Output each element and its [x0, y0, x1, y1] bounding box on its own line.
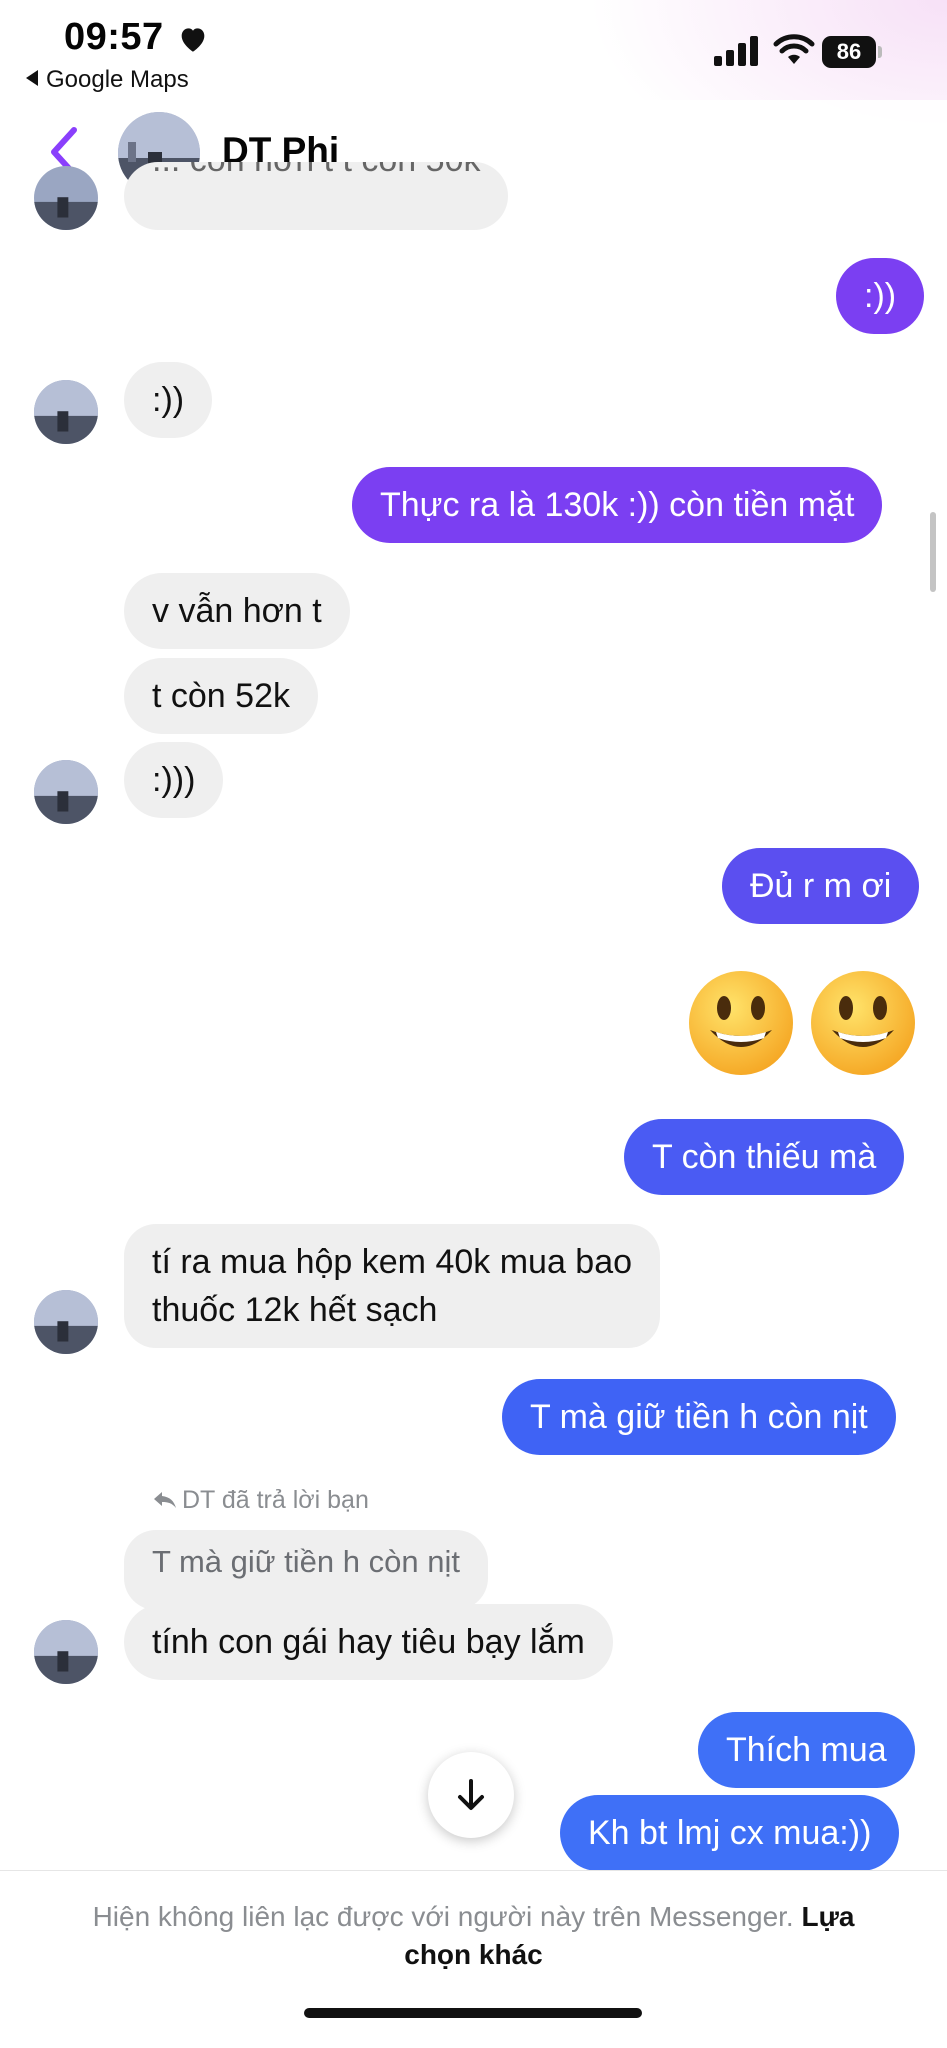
message-incoming-multiline[interactable]: tí ra mua hộp kem 40k mua bao thuốc 12k … [124, 1224, 661, 1348]
message-outgoing[interactable]: Thực ra là 130k :)) còn tiền mặt [352, 467, 883, 543]
battery-level: 86 [822, 36, 876, 68]
message-outgoing[interactable]: Đủ r m ơi [722, 848, 920, 924]
sender-avatar[interactable] [34, 760, 98, 824]
message-incoming: ... còn hơn t t còn 50k [124, 162, 509, 230]
smiley-emoji-icon[interactable] [808, 968, 918, 1078]
arrow-down-icon [458, 1779, 484, 1810]
wifi-icon [773, 34, 815, 64]
back-app-label: Google Maps [46, 66, 189, 93]
message-outgoing[interactable]: :)) [836, 258, 925, 334]
reply-note-text: DT đã trả lời bạn [182, 1486, 369, 1514]
message-outgoing[interactable]: Kh bt lmj cx mua:)) [560, 1795, 900, 1871]
heart-icon [181, 28, 205, 52]
battery-icon: 86 [822, 36, 882, 68]
other-options-link-cont[interactable]: chọn khác [404, 1939, 542, 1970]
sender-avatar[interactable] [34, 166, 98, 230]
home-indicator[interactable] [304, 2008, 642, 2018]
message-line: thuốc 12k hết sạch [152, 1291, 438, 1329]
sender-avatar[interactable] [34, 1290, 98, 1354]
message-incoming[interactable]: :))) [124, 742, 224, 818]
sender-avatar[interactable] [34, 380, 98, 444]
back-to-app-link[interactable]: Google Maps [26, 66, 189, 94]
back-triangle-icon [26, 70, 38, 86]
reply-note: DT đã trả lời bạn [152, 1486, 369, 1515]
message-outgoing[interactable]: Thích mua [698, 1712, 915, 1788]
message-incoming[interactable]: v vẫn hơn t [124, 573, 350, 649]
message-outgoing[interactable]: T còn thiếu mà [624, 1119, 905, 1195]
signal-icon [714, 36, 758, 66]
status-time: 09:57 [64, 16, 164, 58]
message-incoming[interactable]: :)) [124, 362, 213, 438]
sender-avatar[interactable] [34, 1620, 98, 1684]
reply-icon [154, 1492, 176, 1508]
quoted-message[interactable]: T mà giữ tiền h còn nịt [124, 1530, 488, 1610]
scroll-to-bottom-button[interactable] [428, 1752, 514, 1838]
smiley-emoji-icon[interactable] [686, 968, 796, 1078]
scrollbar[interactable] [930, 512, 936, 592]
message-line: tí ra mua hộp kem 40k mua bao [152, 1243, 633, 1281]
notice-text: Hiện không liên lạc được với người này t… [92, 1901, 794, 1932]
message-outgoing[interactable]: T mà giữ tiền h còn nịt [502, 1379, 896, 1455]
other-options-link[interactable]: Lựa [801, 1901, 854, 1932]
unavailable-notice: Hiện không liên lạc được với người này t… [0, 1898, 947, 1974]
message-incoming[interactable]: tính con gái hay tiêu bạy lắm [124, 1604, 613, 1680]
message-incoming[interactable]: t còn 52k [124, 658, 318, 734]
